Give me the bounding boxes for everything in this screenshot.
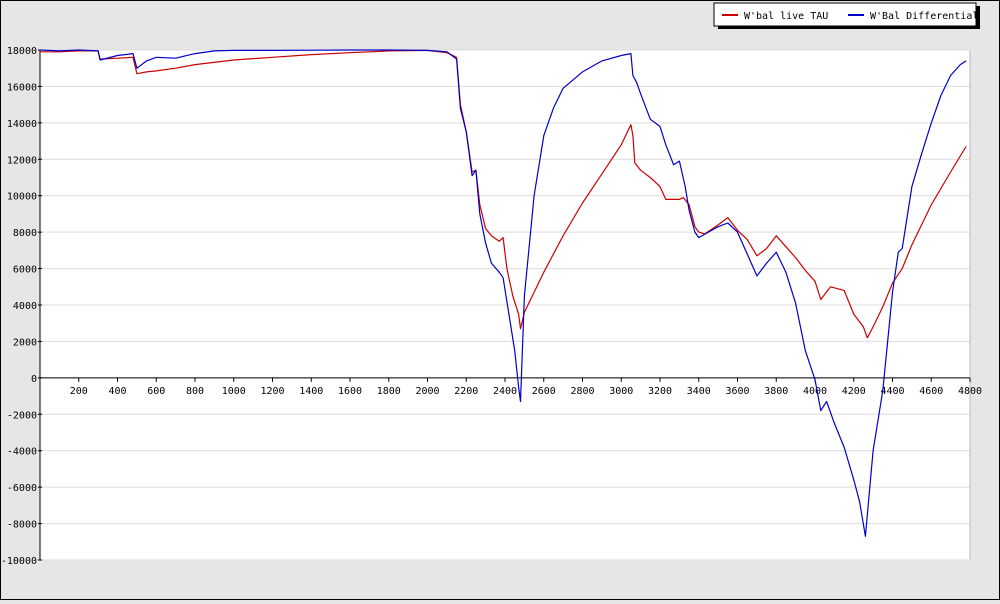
x-tick-label: 2800 <box>570 386 594 397</box>
y-tick-label: 18000 <box>7 46 37 57</box>
x-tick-label: 4400 <box>880 386 904 397</box>
x-tick-label: 1600 <box>338 386 362 397</box>
y-tick-label: -4000 <box>7 447 37 458</box>
legend-label-tau: W'bal live TAU <box>744 11 828 22</box>
x-tick-label: 800 <box>186 386 204 397</box>
y-tick-label: 10000 <box>7 192 37 203</box>
y-tick-label: 0 <box>31 374 37 385</box>
x-tick-label: 4200 <box>842 386 866 397</box>
y-tick-label: -8000 <box>7 520 37 531</box>
x-tick-label: 2000 <box>415 386 439 397</box>
x-tick-label: 1800 <box>377 386 401 397</box>
x-tick-label: 3800 <box>764 386 788 397</box>
y-tick-label: 14000 <box>7 119 37 130</box>
x-tick-label: 4000 <box>803 386 827 397</box>
x-tick-label: 3600 <box>725 386 749 397</box>
x-tick-label: 2400 <box>493 386 517 397</box>
x-tick-label: 400 <box>108 386 126 397</box>
y-tick-label: 4000 <box>13 301 37 312</box>
x-tick-label: 4600 <box>919 386 943 397</box>
legend: W'bal live TAU W'Bal Differential <box>713 2 980 29</box>
y-tick-label: 16000 <box>7 82 37 93</box>
x-tick-label: 3400 <box>687 386 711 397</box>
y-tick-label: 12000 <box>7 155 37 166</box>
y-tick-label: 2000 <box>13 337 37 348</box>
y-tick-label: 6000 <box>13 265 37 276</box>
x-tick-label: 2200 <box>454 386 478 397</box>
x-tick-label: 2600 <box>532 386 556 397</box>
x-tick-label: 200 <box>70 386 88 397</box>
x-tick-label: 3200 <box>648 386 672 397</box>
x-tick-label: 1200 <box>260 386 284 397</box>
chart-svg: -10000 -8000 -6000 -4000 -2000 0 2000 4000 6000 8… <box>0 0 1000 600</box>
x-tick-label: 3000 <box>609 386 633 397</box>
y-tick-label: -2000 <box>7 410 37 421</box>
legend-label-differential: W'Bal Differential <box>870 11 978 22</box>
x-tick-label: 1000 <box>222 386 246 397</box>
x-tick-label: 4800 <box>958 386 982 397</box>
y-tick-label: 8000 <box>13 228 37 239</box>
chart: -10000 -8000 -6000 -4000 -2000 0 2000 4000 6000 8… <box>0 0 1000 600</box>
x-tick-label: 600 <box>147 386 165 397</box>
x-tick-label: 1400 <box>299 386 323 397</box>
y-tick-label: -6000 <box>7 483 37 494</box>
y-tick-label: -10000 <box>1 556 37 567</box>
